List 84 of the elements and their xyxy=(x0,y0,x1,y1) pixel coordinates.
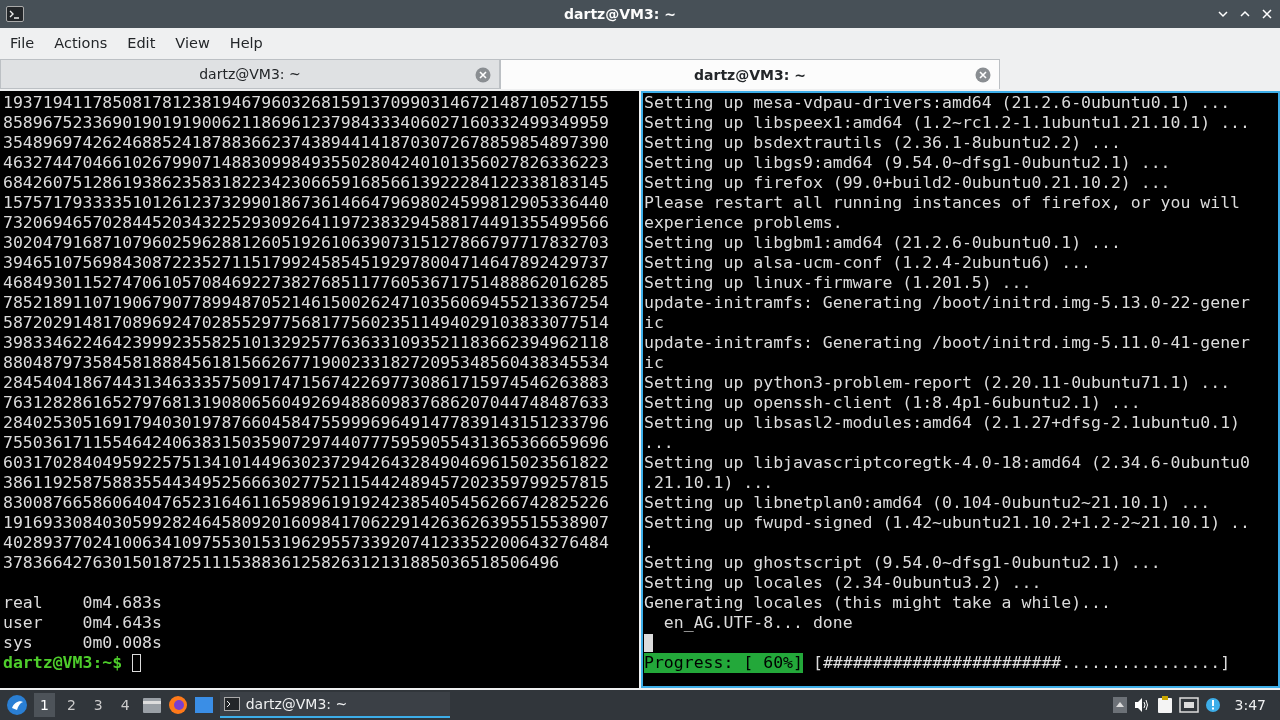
terminal-line: update-initramfs: Generating /boot/initrd.img-5.11.0-41-gener xyxy=(644,333,1250,353)
terminal-line: experience problems. xyxy=(644,213,843,233)
terminal-line: 8589675233690190191900621186961237984333406027160332499349959 xyxy=(3,113,609,133)
terminal-line: Setting up locales (2.34-0ubuntu3.2) ... xyxy=(644,573,1042,593)
terminal-line: 7320694657028445203432252930926411972383294588174491355499566 xyxy=(3,213,609,233)
browser-icon[interactable] xyxy=(167,695,188,715)
terminal-line: 1937194117850817812381946796032681591370990314672148710527155 xyxy=(3,93,609,113)
terminal-line: 3861192587588355443495256663027752115442489457202359799257815 xyxy=(3,473,609,493)
terminal-line: Setting up python3-problem-report (2.20.11-0ubuntu71.1) ... xyxy=(644,373,1231,393)
folder-icon[interactable] xyxy=(141,696,162,714)
terminal-line: 7550361711554642406383150359072974407775959055431365366659696 xyxy=(3,433,609,453)
terminal-line: 1575717933335101261237329901867361466479698024599812905336440 xyxy=(3,193,609,213)
terminal-line: 3946510756984308722352711517992458545192978004714647892429737 xyxy=(3,253,609,273)
terminal-line: 6842607512861938623583182234230665916856613922284122338183145 xyxy=(3,173,609,193)
desktop-switcher[interactable]: 3 xyxy=(87,693,109,717)
terminal-icon xyxy=(6,6,24,22)
terminal-line: Please restart all running instances of firefox, or you will xyxy=(644,193,1241,213)
progress-label: Progress: [ 60%] xyxy=(644,653,803,673)
tab[interactable]: dartz@VM3: ~ xyxy=(500,59,1000,89)
terminal-line: 3983346224642399923558251013292577636331093521183662394962118 xyxy=(3,333,609,353)
terminal-line: .21.10.1) ... xyxy=(644,473,774,493)
terminal-line: ic xyxy=(644,313,664,333)
terminal-icon xyxy=(223,697,240,711)
terminal-line: 2845404186744313463335750917471567422697730861715974546263883 xyxy=(3,373,609,393)
terminal-line: 5872029148170896924702855297756817756023511494029103833077514 xyxy=(3,313,609,333)
start-menu-icon[interactable] xyxy=(6,694,28,716)
terminal-line: Setting up mesa-vdpau-drivers:amd64 (21.2.6-0ubuntu0.1) ... xyxy=(644,93,1231,113)
clipboard-icon[interactable] xyxy=(1156,696,1173,714)
terminal-line: Setting up openssh-client (1:8.4p1-6ubuntu2.1) ... xyxy=(644,393,1141,413)
menu-item[interactable]: Edit xyxy=(121,31,170,55)
menu-item[interactable]: Help xyxy=(223,31,277,55)
terminal-line: Setting up libnetplan0:amd64 (0.104-0ubuntu2~21.10.1) ... xyxy=(644,493,1211,513)
terminal-line: real 0m4.683s xyxy=(3,593,162,613)
terminal-line: Setting up fwupd-signed (1.42~ubuntu21.10.2+1.2-2~21.10.1) .. xyxy=(644,513,1250,533)
desktop-switcher[interactable]: 1 xyxy=(34,693,55,717)
terminal-line: 7852189110719067907789948705214615002624710356069455213367254 xyxy=(3,293,609,313)
terminal-line: 4684930115274706105708469227382768511776053671751488862016285 xyxy=(3,273,609,293)
terminal-line: ic xyxy=(644,353,664,373)
terminal-line: 2840253051691794030197876604584755999696491477839143151233796 xyxy=(3,413,609,433)
desktop-switcher[interactable]: 2 xyxy=(60,693,82,717)
tab[interactable]: dartz@VM3: ~ xyxy=(0,59,500,89)
terminal-line: 3020479168710796025962881260519261063907315127866797717832703 xyxy=(3,233,609,253)
terminal-line: sys 0m0.008s xyxy=(3,633,162,653)
task-button[interactable]: dartz@VM3: ~ xyxy=(219,692,450,718)
terminal-line: 6031702840495922575134101449630237294264328490469615023561822 xyxy=(3,453,609,473)
terminal-line: update-initramfs: Generating /boot/initrd.img-5.13.0-22-gener xyxy=(644,293,1250,313)
terminal-line: Setting up firefox (99.0+build2-0ubuntu0.21.10.2) ... xyxy=(644,173,1171,193)
terminal-line: Setting up libspeex1:amd64 (1.2~rc1.2-1.1ubuntu1.21.10.1) ... xyxy=(644,113,1250,133)
speaker-icon[interactable] xyxy=(1132,697,1151,713)
terminal-line: ... xyxy=(644,433,674,453)
shell-prompt: dartz@VM3:~$ xyxy=(3,653,123,673)
terminal-line: Setting up ghostscript (9.54.0~dfsg1-0ubuntu2.1) ... xyxy=(644,553,1161,573)
close-icon[interactable] xyxy=(1260,7,1274,21)
menu-item[interactable]: File xyxy=(4,31,49,55)
desktop-switcher[interactable]: 4 xyxy=(114,693,136,717)
terminal-line: Setting up bsdextrautils (2.36.1-8ubuntu2.2) ... xyxy=(644,133,1121,153)
network-icon[interactable] xyxy=(1178,697,1199,713)
terminal-line: 4632744704661026799071488309984935502804240101356027826336223 xyxy=(3,153,609,173)
terminal-pane[interactable] xyxy=(0,91,639,688)
terminal-line: en_AG.UTF-8... done xyxy=(662,613,853,633)
terminal-line: 3548969742624688524187883662374389441418703072678859854897390 xyxy=(3,133,609,153)
terminal-line: 7631282861652797681319080656049269488609837686207044748487633 xyxy=(3,393,609,413)
terminal-line: . xyxy=(644,533,654,553)
terminal-line: Setting up libgs9:amd64 (9.54.0~dfsg1-0ubuntu2.1) ... xyxy=(644,153,1171,173)
window-icon[interactable] xyxy=(193,696,214,714)
terminal-line: 4028937702410063410975530153196295573392074123352200643276484 xyxy=(3,533,609,553)
terminal-line: Setting up linux-firmware (1.201.5) ... xyxy=(644,273,1032,293)
terminal-line: 37836642763015018725111538836125826312131885036518506496 xyxy=(3,553,560,573)
terminal-line: user 0m4.643s xyxy=(3,613,162,633)
terminal-line: Setting up libsasl2-modules:amd64 (2.1.27+dfsg-2.1ubuntu0.1) xyxy=(644,413,1241,433)
notification-icon[interactable] xyxy=(1204,697,1221,713)
terminal-line: Generating locales (this might take a while)... xyxy=(644,593,1111,613)
terminal-line: Setting up libgbm1:amd64 (21.2.6-0ubuntu0.1) ... xyxy=(644,233,1121,253)
terminal-line: 1916933084030599282464580920160984170622914263626395515538907 xyxy=(3,513,609,533)
clock[interactable]: 3:47 xyxy=(1226,697,1274,713)
terminal-pane[interactable] xyxy=(641,91,1280,688)
terminal-line: Setting up alsa-ucm-conf (1.2.4-2ubuntu6) ... xyxy=(644,253,1092,273)
terminal-line: 8804879735845818884561815662677190023318272095348560438345534 xyxy=(3,353,609,373)
menu-item[interactable]: Actions xyxy=(48,31,122,55)
progress-text: [########################................] xyxy=(812,653,1231,673)
window-title: dartz@VM3: ~ xyxy=(563,6,677,22)
menu-item[interactable]: View xyxy=(169,31,224,55)
terminal-line: 8300876658606404765231646116598961919242385405456266742825226 xyxy=(3,493,609,513)
terminal-line: Setting up libjavascriptcoregtk-4.0-18:amd64 (2.34.6-0ubuntu0 xyxy=(644,453,1250,473)
